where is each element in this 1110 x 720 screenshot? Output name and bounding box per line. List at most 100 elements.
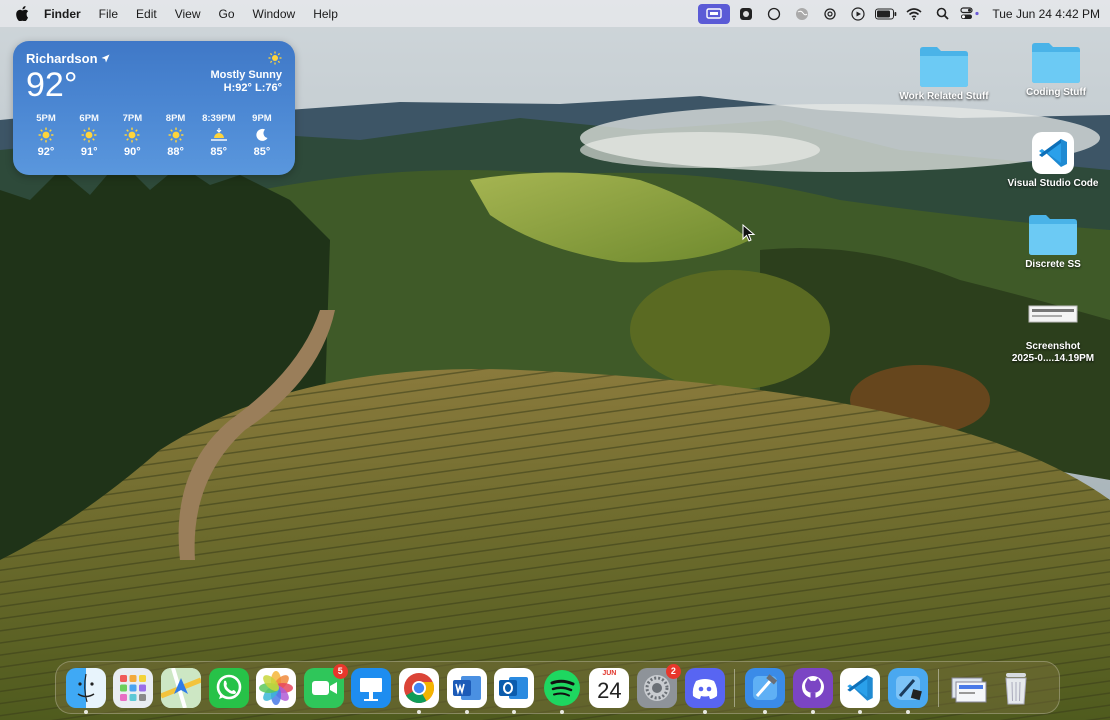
- dock-app-system-settings[interactable]: 2: [636, 663, 681, 708]
- maps-icon: [160, 666, 202, 709]
- forecast-hour: 9PM 85°: [242, 113, 282, 158]
- forecast-time: 9PM: [252, 113, 272, 124]
- forecast-hour: 7PM 90°: [112, 113, 152, 158]
- desktop-folder-work-related-stuff[interactable]: Work Related Stuff: [889, 44, 999, 103]
- desktop-folder-coding-stuff[interactable]: Coding Stuff: [1001, 40, 1110, 99]
- battery-icon[interactable]: [874, 4, 898, 24]
- sun-icon: [81, 124, 97, 146]
- play-icon[interactable]: [846, 4, 870, 24]
- screen-mirroring-icon[interactable]: [698, 3, 731, 24]
- dock-app-microsoft-word[interactable]: [446, 667, 487, 714]
- forecast-temp: 88°: [167, 146, 184, 158]
- keynote-icon: [360, 677, 383, 701]
- desktop-icon-label: Screenshot: [1025, 341, 1081, 352]
- calendar-day: 24: [597, 677, 622, 703]
- sun-icon: [38, 124, 54, 146]
- photos-icon: [259, 670, 294, 705]
- search-icon[interactable]: [930, 4, 954, 24]
- forecast-time: 7PM: [122, 113, 143, 124]
- dock-app-microsoft-outlook[interactable]: [494, 667, 535, 714]
- sun-icon: [210, 51, 282, 65]
- outlook-icon: [499, 676, 529, 699]
- notification-badge: 2: [665, 663, 681, 679]
- dock-app-facetime[interactable]: 5: [303, 663, 348, 708]
- forecast-temp: 85°: [210, 146, 228, 158]
- moon-icon: [255, 124, 269, 146]
- mouse-pointer-icon: [742, 224, 756, 242]
- dock-app-calendar[interactable]: JUN 24: [589, 667, 630, 708]
- desktop-icon-label: Work Related Stuff: [899, 91, 989, 102]
- sun-icon: [168, 124, 184, 146]
- control-center-icon[interactable]: [958, 4, 982, 24]
- running-indicator: [810, 709, 815, 714]
- dock-app-xcode[interactable]: [745, 667, 786, 714]
- menu-help[interactable]: Help: [304, 7, 347, 21]
- trash-icon: [1005, 672, 1027, 704]
- dock-app-xcode-beta[interactable]: [887, 667, 928, 714]
- dock-app-finder[interactable]: [65, 667, 106, 714]
- menu-view[interactable]: View: [166, 7, 210, 21]
- dock-app-whatsapp[interactable]: [208, 667, 249, 708]
- chrome-icon: [403, 672, 434, 703]
- screenshot-stack-icon: [951, 677, 987, 702]
- forecast-time: 8PM: [165, 113, 186, 124]
- desktop-file-screenshot[interactable]: Screenshot 2025-0....14.19PM: [998, 302, 1108, 365]
- menu-app-finder[interactable]: Finder: [44, 7, 90, 21]
- forecast-temp: 85°: [253, 146, 271, 158]
- dock-app-keynote[interactable]: [351, 667, 392, 708]
- dock-app-github-desktop[interactable]: [792, 667, 833, 714]
- globe-icon[interactable]: [790, 4, 814, 24]
- desktop-app-visual-studio-code[interactable]: Visual Studio Code: [998, 131, 1108, 190]
- spotify-icon: [543, 669, 580, 706]
- dock-app-launchpad[interactable]: [113, 667, 154, 708]
- menubar-clock[interactable]: Tue Jun 24 4:42 PM: [992, 7, 1100, 21]
- weather-hourly-forecast: 5PM 92° 6PM 91° 7PM 90° 8PM 88° 8:39PM 8…: [26, 113, 282, 158]
- desktop-icon-label: Discrete SS: [1025, 259, 1081, 270]
- running-indicator: [416, 709, 421, 714]
- vscode-icon: [847, 674, 874, 701]
- dock-app-photos[interactable]: [256, 667, 297, 708]
- menu-window[interactable]: Window: [244, 7, 305, 21]
- dock-app-trash[interactable]: [996, 668, 1036, 708]
- running-indicator: [512, 709, 517, 714]
- forecast-hour: 6PM 91°: [69, 113, 109, 158]
- dock-app-screenshot-preview[interactable]: [948, 668, 988, 708]
- dock-app-discord[interactable]: [684, 667, 725, 714]
- menu-go[interactable]: Go: [210, 7, 244, 21]
- dock-app-spotify[interactable]: [542, 668, 582, 714]
- weather-widget[interactable]: Richardson 92° Mostly Sunny H:92° L:76° …: [13, 41, 295, 175]
- forecast-time: 6PM: [79, 113, 99, 124]
- folder-icon: [1032, 43, 1080, 83]
- dock-app-google-chrome[interactable]: [398, 667, 439, 714]
- forecast-temp: 91°: [80, 146, 98, 158]
- menu-file[interactable]: File: [90, 7, 127, 21]
- running-indicator: [464, 709, 469, 714]
- dock-separator: [937, 668, 939, 707]
- sunset-icon: [210, 124, 228, 146]
- sun-icon: [124, 124, 140, 146]
- location-arrow-icon: [101, 54, 110, 63]
- menu-bar: Finder File Edit View Go Window Help Tue…: [0, 0, 1110, 27]
- weather-city: Richardson: [26, 51, 110, 66]
- desktop-folder-discrete-ss[interactable]: Discrete SS: [998, 212, 1108, 271]
- word-icon: [452, 675, 481, 700]
- whatsapp-icon: [216, 674, 241, 699]
- running-indicator: [763, 709, 768, 714]
- forecast-hour: 5PM 92°: [26, 113, 66, 158]
- vscode-icon: [1032, 132, 1074, 174]
- chatgpt-icon[interactable]: [818, 4, 842, 24]
- screenshot-thumbnail-icon: [1028, 305, 1078, 323]
- apple-menu-icon[interactable]: [0, 6, 44, 21]
- circle-icon[interactable]: [762, 4, 786, 24]
- dock-app-visual-studio-code[interactable]: [840, 667, 881, 714]
- weather-condition: Mostly Sunny: [210, 69, 282, 81]
- running-indicator: [559, 709, 564, 714]
- wifi-icon[interactable]: [902, 4, 926, 24]
- weather-current-temp: 92°: [26, 66, 78, 104]
- desktop-icon-label: Coding Stuff: [1026, 87, 1086, 98]
- discord-icon: [692, 678, 717, 699]
- recorder-icon[interactable]: [734, 4, 758, 24]
- dock: 5 JUN 24 2: [55, 661, 1060, 714]
- menu-edit[interactable]: Edit: [127, 7, 166, 21]
- dock-app-maps[interactable]: [160, 666, 202, 709]
